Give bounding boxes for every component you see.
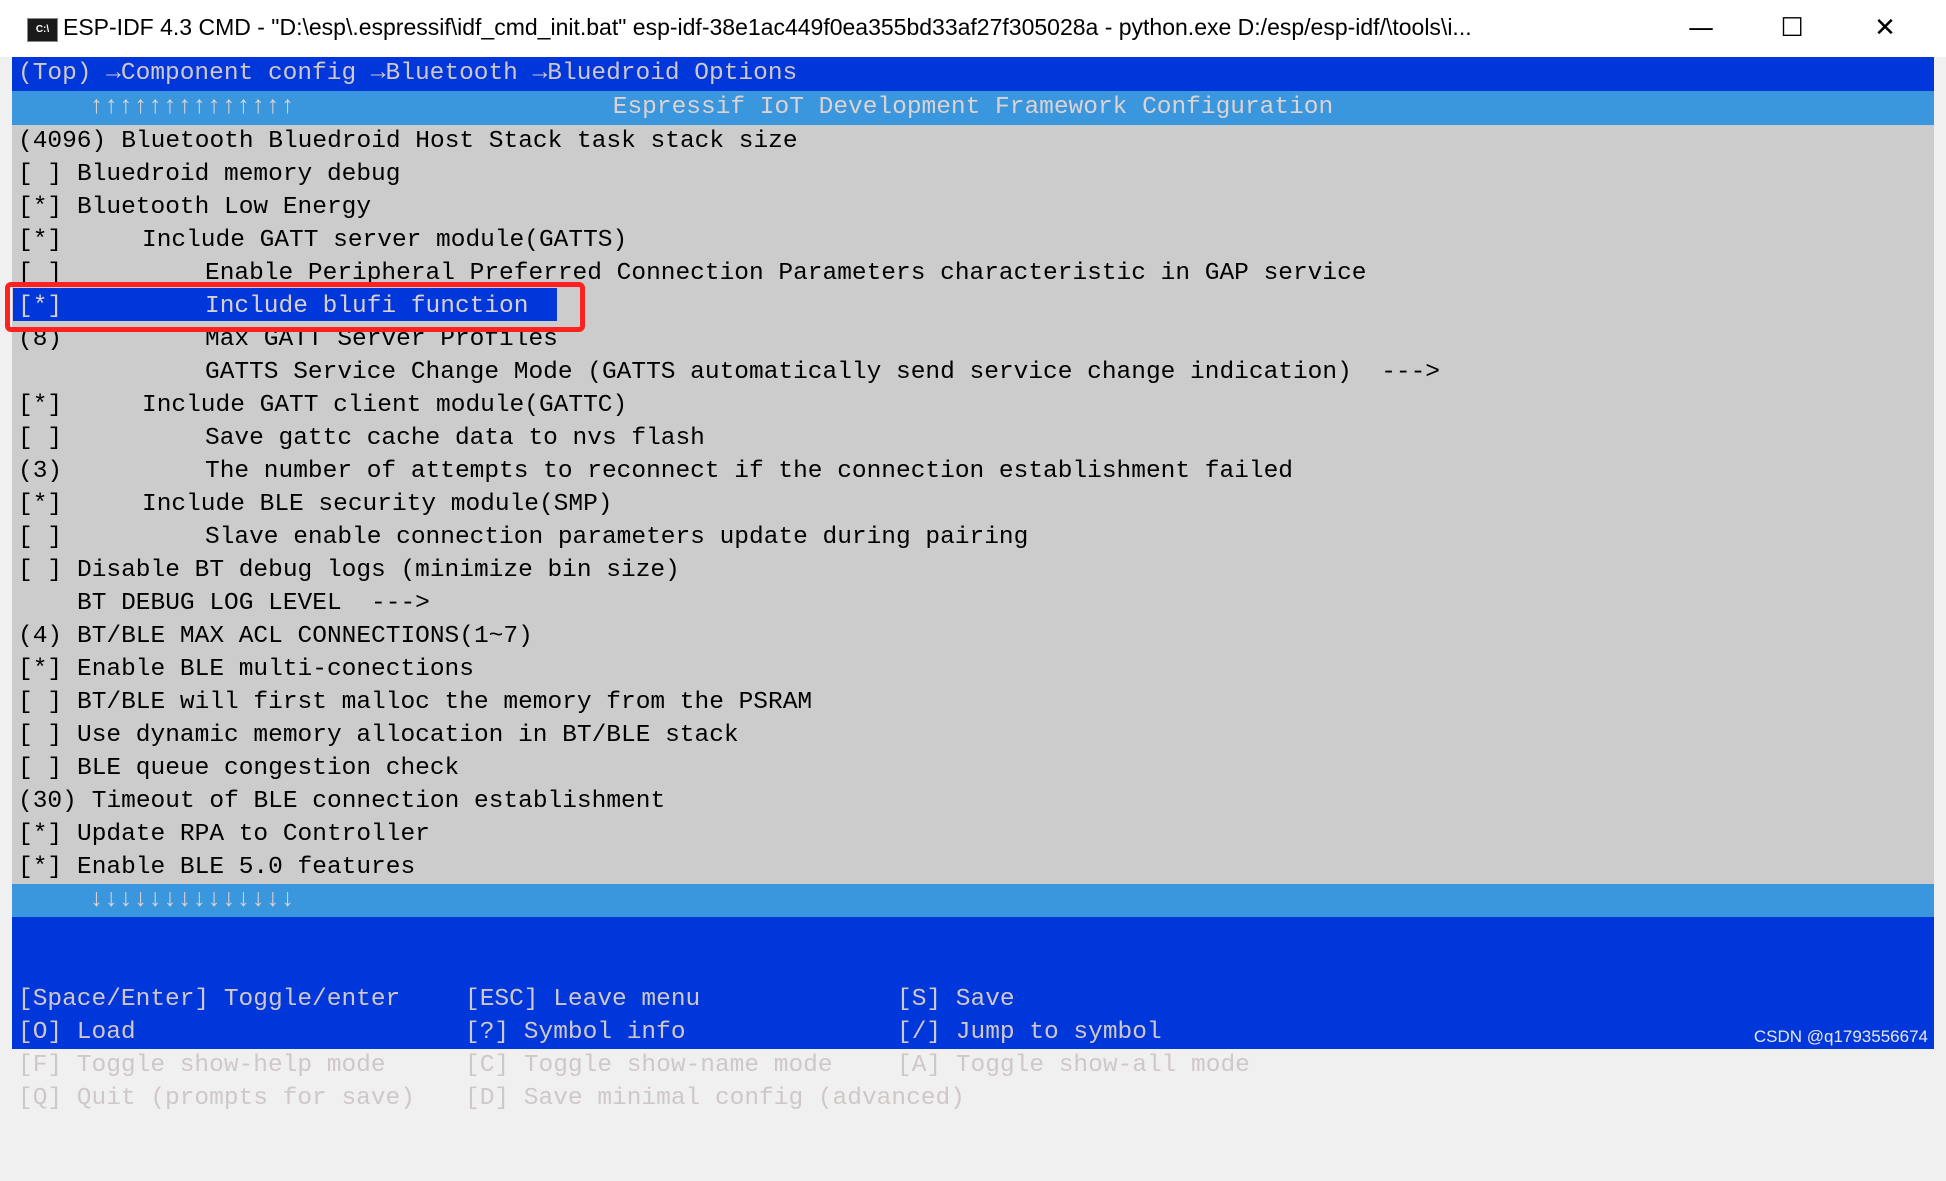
item-label: The number of attempts to reconnect if t… <box>205 458 1293 485</box>
terminal[interactable]: (Top) →Component config →Bluetooth →Blue… <box>5 57 1934 1112</box>
menu-item[interactable]: (3) The number of attempts to reconnect i… <box>12 455 1934 488</box>
item-label: Bluedroid memory debug <box>77 161 401 188</box>
item-label: Slave enable connection parameters updat… <box>205 524 1029 551</box>
menu-list: (4096) Bluetooth Bluedroid Host Stack tas… <box>12 125 1934 884</box>
item-label: Include GATT client module(GATTC) <box>142 392 628 419</box>
item-value: [ ] <box>18 557 63 584</box>
key-help-line: [F] Toggle show-help mode [C] Toggle show… <box>12 1049 1934 1082</box>
menu-header: ↑↑↑↑↑↑↑↑↑↑↑↑↑↑ Espressif IoT Development… <box>12 91 1934 125</box>
item-label: Bluetooth Bluedroid Host Stack task stac… <box>121 128 798 155</box>
item-label: Enable BLE 5.0 features <box>77 854 416 881</box>
menu-item[interactable]: [ ] Bluedroid memory debug <box>12 158 1934 191</box>
item-value: [*] <box>18 392 63 419</box>
item-label: Enable Peripheral Preferred Connection P… <box>205 260 1367 287</box>
item-value: [ ] <box>18 161 63 188</box>
item-value: (4) <box>18 623 63 650</box>
item-value: (8) <box>18 326 63 353</box>
key-hint: [Q] Quit (prompts for save) <box>18 1085 415 1112</box>
key-help-footer: [Space/Enter] Toggle/enter [ESC] Leave me… <box>12 917 1934 1112</box>
menu-item[interactable]: (4096) Bluetooth Bluedroid Host Stack tas… <box>12 125 1934 158</box>
item-value: [ ] <box>18 425 63 452</box>
item-label: Bluetooth Low Energy <box>77 194 372 221</box>
item-value: [ ] <box>18 260 63 287</box>
menu-item[interactable]: BT DEBUG LOG LEVEL ---> <box>12 587 1934 620</box>
scroll-down-indicator: ↓↓↓↓↓↓↓↓↓↓↓↓↓↓ <box>89 887 295 914</box>
key-hint: [C] Toggle show-name mode <box>465 1052 833 1079</box>
item-value: (4096) <box>18 128 107 155</box>
menu-item[interactable]: [*] Bluetooth Low Energy <box>12 191 1934 224</box>
item-label: Include BLE security module(SMP) <box>142 491 613 518</box>
minimize-button[interactable]: — <box>1671 0 1731 57</box>
maximize-button[interactable]: ☐ <box>1762 0 1822 57</box>
menu-item[interactable]: [ ] Save gattc cache data to nvs flash <box>12 422 1934 455</box>
menu-item[interactable]: (8) Max GATT Server Profiles <box>12 323 1934 356</box>
cmd-app-icon: C:\ <box>27 18 58 42</box>
item-value: [ ] <box>18 722 63 749</box>
key-hint: [?] Symbol info <box>465 1019 686 1046</box>
item-label: Include blufi function <box>205 293 529 320</box>
menu-item[interactable]: GATTS Service Change Mode (GATTS automat… <box>12 356 1934 389</box>
item-value: [*] <box>18 491 63 518</box>
breadcrumb-text: (Top) →Component config →Bluetooth →Blue… <box>18 60 798 87</box>
window-title: ESP-IDF 4.3 CMD - "D:\esp\.espressif\idf… <box>63 14 1472 40</box>
menu-item[interactable]: [*] Enable BLE multi-conections <box>12 653 1934 686</box>
item-value: [ ] <box>18 755 63 782</box>
breadcrumb: (Top) →Component config →Bluetooth →Blue… <box>12 57 1934 91</box>
item-value: (30) <box>18 788 77 815</box>
item-label: Disable BT debug logs (minimize bin size… <box>77 557 680 584</box>
item-value: (3) <box>18 458 63 485</box>
key-hint: [ESC] Leave menu <box>465 986 701 1013</box>
menu-item[interactable]: [*] Include GATT server module(GATTS) <box>12 224 1934 257</box>
item-label: Max GATT Server Profiles <box>205 326 558 353</box>
menu-item[interactable]: [ ] Disable BT debug logs (minimize bin s… <box>12 554 1934 587</box>
menu-bottom-bar: ↓↓↓↓↓↓↓↓↓↓↓↓↓↓ <box>12 884 1934 917</box>
item-value: [*] <box>18 854 63 881</box>
item-value: [*] <box>18 227 63 254</box>
item-label: Include GATT server module(GATTS) <box>142 227 628 254</box>
item-value: [ ] <box>18 524 63 551</box>
menu-item[interactable]: [ ] BT/BLE will first malloc the memory f… <box>12 686 1934 719</box>
item-label: Save gattc cache data to nvs flash <box>205 425 705 452</box>
key-hint: [A] Toggle show-all mode <box>897 1052 1250 1079</box>
item-value: [*] <box>18 194 63 221</box>
key-help-line: [Space/Enter] Toggle/enter [ESC] Leave me… <box>12 983 1934 1016</box>
item-label: BT/BLE MAX ACL CONNECTIONS(1~7) <box>77 623 533 650</box>
item-label: BT/BLE will first malloc the memory from… <box>77 689 813 716</box>
key-hint: [Space/Enter] Toggle/enter <box>18 986 401 1013</box>
key-help-line: [Q] Quit (prompts for save) [D] Save mini… <box>12 1082 1934 1115</box>
item-value: [*] <box>18 821 63 848</box>
menu-item[interactable]: [*] Enable BLE 5.0 features <box>12 851 1934 884</box>
menu-item[interactable]: [ ] BLE queue congestion check <box>12 752 1934 785</box>
menu-item[interactable]: [ ] Enable Peripheral Preferred Connectio… <box>12 257 1934 290</box>
key-hint: [D] Save minimal config (advanced) <box>465 1085 965 1112</box>
menu-item[interactable]: [*] Update RPA to Controller <box>12 818 1934 851</box>
item-value: [ ] <box>18 689 63 716</box>
item-label: BLE queue congestion check <box>77 755 460 782</box>
close-button[interactable]: ✕ <box>1855 0 1915 57</box>
key-hint: [O] Load <box>18 1019 136 1046</box>
key-hint: [S] Save <box>897 986 1015 1013</box>
item-label: Use dynamic memory allocation in BT/BLE … <box>77 722 739 749</box>
item-label: BT DEBUG LOG LEVEL ---> <box>77 590 430 617</box>
item-label: Update RPA to Controller <box>77 821 430 848</box>
menu-item-selected[interactable]: [*] Include blufi function <box>12 288 1934 323</box>
title-bar: C:\ ESP-IDF 4.3 CMD - "D:\esp\.espressif… <box>0 0 1946 57</box>
menu-item[interactable]: [ ] Use dynamic memory allocation in BT/B… <box>12 719 1934 752</box>
key-help-line: [O] Load [?] Symbol info [/] Jump to symbo… <box>12 1016 1934 1049</box>
menu-item[interactable]: [*] Include BLE security module(SMP) <box>12 488 1934 521</box>
config-title: Espressif IoT Development Framework Conf… <box>612 94 1334 121</box>
menu-item[interactable]: [ ] Slave enable connection parameters up… <box>12 521 1934 554</box>
key-hint: [F] Toggle show-help mode <box>18 1052 386 1079</box>
item-label: Enable BLE multi-conections <box>77 656 474 683</box>
item-label: GATTS Service Change Mode (GATTS automat… <box>205 359 1441 386</box>
item-value: [*] <box>18 293 63 320</box>
key-hint: [/] Jump to symbol <box>897 1019 1162 1046</box>
menu-item[interactable]: (30) Timeout of BLE connection establishm… <box>12 785 1934 818</box>
watermark: CSDN @q1793556674 <box>1753 1027 1928 1046</box>
item-value: [*] <box>18 656 63 683</box>
menu-item[interactable]: [*] Include GATT client module(GATTC) <box>12 389 1934 422</box>
menu-item[interactable]: (4) BT/BLE MAX ACL CONNECTIONS(1~7) <box>12 620 1934 653</box>
item-label: Timeout of BLE connection establishment <box>91 788 666 815</box>
